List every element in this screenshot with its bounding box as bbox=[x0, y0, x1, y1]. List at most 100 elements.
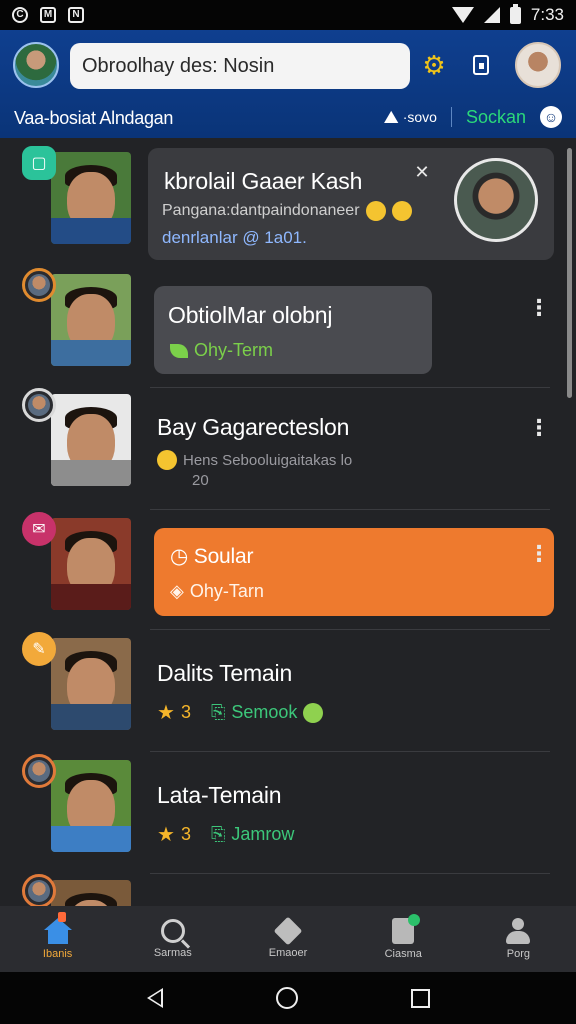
more-options-icon[interactable]: ⋮ bbox=[528, 543, 550, 565]
recents-icon[interactable] bbox=[410, 988, 430, 1008]
featured-card[interactable]: kbrolail Gaaer Kash Pangana:dantpaindona… bbox=[148, 148, 554, 260]
star-icon: ★ bbox=[157, 702, 175, 724]
clipboard-icon[interactable] bbox=[468, 52, 494, 78]
smile-emoji-icon bbox=[365, 201, 386, 221]
feed-list[interactable]: ▢ kbrolail Gaaer Kash Pangana:dantpaindo… bbox=[0, 140, 576, 906]
list-item[interactable]: ▢ kbrolail Gaaer Kash Pangana:dantpaindo… bbox=[0, 140, 560, 268]
more-options-icon[interactable]: ⋮ bbox=[528, 297, 550, 319]
item-thumbnail bbox=[51, 638, 131, 730]
wifi-icon bbox=[451, 7, 474, 23]
chat-icon: ✉ bbox=[22, 512, 56, 546]
author-badge bbox=[22, 874, 56, 906]
user-avatar[interactable] bbox=[13, 42, 59, 88]
item-thumbnail bbox=[51, 518, 131, 610]
item-subtitle: Hens Sebooluigaitakas lo bbox=[183, 451, 353, 469]
nav-bag[interactable]: Ciasma bbox=[346, 906, 461, 972]
author-badge bbox=[22, 388, 56, 422]
back-icon[interactable] bbox=[146, 988, 163, 1008]
star-icon: ★ bbox=[157, 824, 175, 846]
more-options-icon[interactable]: ⋮ bbox=[528, 417, 550, 439]
list-item[interactable] bbox=[0, 874, 560, 906]
nav-label: Ibanis bbox=[42, 948, 73, 960]
list-item[interactable]: Lata-Temain ★ 3 ⎘ Jamrow bbox=[0, 752, 560, 874]
video-icon: ▢ bbox=[22, 146, 56, 180]
author-avatar bbox=[28, 274, 50, 296]
system-nav-bar bbox=[0, 972, 576, 1024]
nav-label: Sarmas bbox=[153, 947, 192, 959]
search-icon bbox=[160, 919, 185, 943]
item-meta: Ohy-Term bbox=[194, 340, 274, 360]
smile-emoji-icon bbox=[391, 201, 412, 221]
author-avatar bbox=[28, 880, 50, 902]
nav-box[interactable]: Emaoer bbox=[230, 906, 345, 972]
location-filter-label: ·sovo bbox=[402, 109, 437, 125]
home-icon bbox=[43, 918, 72, 944]
item-title: Bay Gagarecteslon bbox=[157, 414, 350, 440]
gear-icon[interactable]: ⚙ bbox=[421, 50, 447, 80]
item-meta: Ohy-Tarn bbox=[189, 581, 264, 601]
bag-icon bbox=[392, 914, 421, 944]
close-icon[interactable]: ✕ bbox=[414, 163, 430, 181]
item-subtitle: Pangana:dantpaindonaneer bbox=[162, 202, 360, 219]
notification-c-icon: C bbox=[12, 7, 28, 23]
highlighted-card[interactable]: ◷ Soular ◈ Ohy-Tarn ⋮ bbox=[154, 528, 554, 616]
item-caption: 20 bbox=[192, 472, 209, 489]
status-time: 7:33 bbox=[530, 5, 564, 24]
nav-label: Ciasma bbox=[384, 948, 422, 960]
person-pin-icon: ⛰ bbox=[383, 106, 399, 127]
item-thumbnail bbox=[51, 394, 131, 486]
header-divider bbox=[450, 107, 452, 127]
item-title: Dalits Temain bbox=[157, 660, 293, 686]
profile-avatar[interactable] bbox=[515, 42, 561, 88]
item-thumbnail bbox=[51, 152, 131, 244]
nav-search[interactable]: Sarmas bbox=[115, 906, 230, 972]
app-screen: C M N 7:33 ⚙ Vaa-bosiat Alndagan ⛰ ·sovo… bbox=[0, 0, 576, 1024]
signal-icon bbox=[483, 7, 500, 23]
ticket-icon: ⎘ bbox=[210, 824, 226, 844]
nav-profile[interactable]: Porg bbox=[461, 906, 576, 972]
header-subtitle: Vaa-bosiat Alndagan bbox=[14, 108, 174, 128]
item-title: Lata-Temain bbox=[157, 782, 282, 808]
emoji-icon bbox=[157, 450, 177, 470]
home-circle-icon[interactable] bbox=[275, 987, 298, 1009]
search-input[interactable] bbox=[70, 43, 410, 89]
item-title: ObtiolMar olobnj bbox=[168, 302, 333, 328]
box-icon bbox=[273, 916, 303, 946]
nav-label: Emaoer bbox=[268, 947, 308, 959]
item-tag: Jamrow bbox=[231, 824, 295, 844]
status-bar: C M N 7:33 bbox=[0, 0, 576, 30]
leaf-icon bbox=[170, 343, 188, 358]
item-title: Soular bbox=[193, 545, 254, 568]
notification-dot bbox=[408, 914, 421, 926]
item-card[interactable]: ObtiolMar olobnj Ohy-Term bbox=[154, 286, 432, 374]
bottom-nav: Ibanis Sarmas Emaoer Ciasma Porg bbox=[0, 906, 576, 972]
edit-icon: ✎ bbox=[22, 632, 56, 666]
socket-link[interactable]: Sockan bbox=[466, 107, 526, 128]
ticket-icon: ⎘ bbox=[210, 702, 226, 722]
list-item[interactable]: ✉ ◷ Soular ◈ Ohy-Tarn ⋮ bbox=[0, 510, 560, 630]
list-item[interactable]: ObtiolMar olobnj Ohy-Term ⋮ bbox=[0, 268, 560, 388]
list-item[interactable]: ✎ Dalits Temain ★ 3 ⎘ Semook bbox=[0, 630, 560, 752]
alert-icon bbox=[58, 912, 66, 922]
smile-emoji-icon bbox=[303, 702, 324, 723]
item-rating: 3 bbox=[180, 702, 191, 722]
clock-icon: ◷ bbox=[170, 545, 194, 568]
notification-m-icon: M bbox=[40, 7, 56, 23]
profile-icon bbox=[505, 918, 531, 944]
author-avatar bbox=[28, 394, 50, 416]
notification-n-icon: N bbox=[68, 7, 84, 23]
list-item[interactable]: Bay Gagarecteslon Hens Sebooluigaitakas … bbox=[0, 388, 560, 510]
nav-home[interactable]: Ibanis bbox=[0, 906, 115, 972]
featured-avatar bbox=[454, 158, 538, 242]
author-avatar bbox=[28, 760, 50, 782]
item-caption: denrlanlar @ 1a01. bbox=[162, 228, 307, 247]
author-badge bbox=[22, 268, 56, 302]
item-title: kbrolail Gaaer Kash bbox=[164, 168, 363, 194]
item-tag: Semook bbox=[231, 702, 298, 722]
item-thumbnail bbox=[51, 760, 131, 852]
author-badge bbox=[22, 754, 56, 788]
location-filter-button[interactable]: ⛰ ·sovo bbox=[384, 107, 437, 128]
nav-label: Porg bbox=[506, 948, 531, 960]
scrollbar[interactable] bbox=[567, 148, 572, 398]
emoji-icon[interactable]: ☺ bbox=[540, 106, 562, 128]
